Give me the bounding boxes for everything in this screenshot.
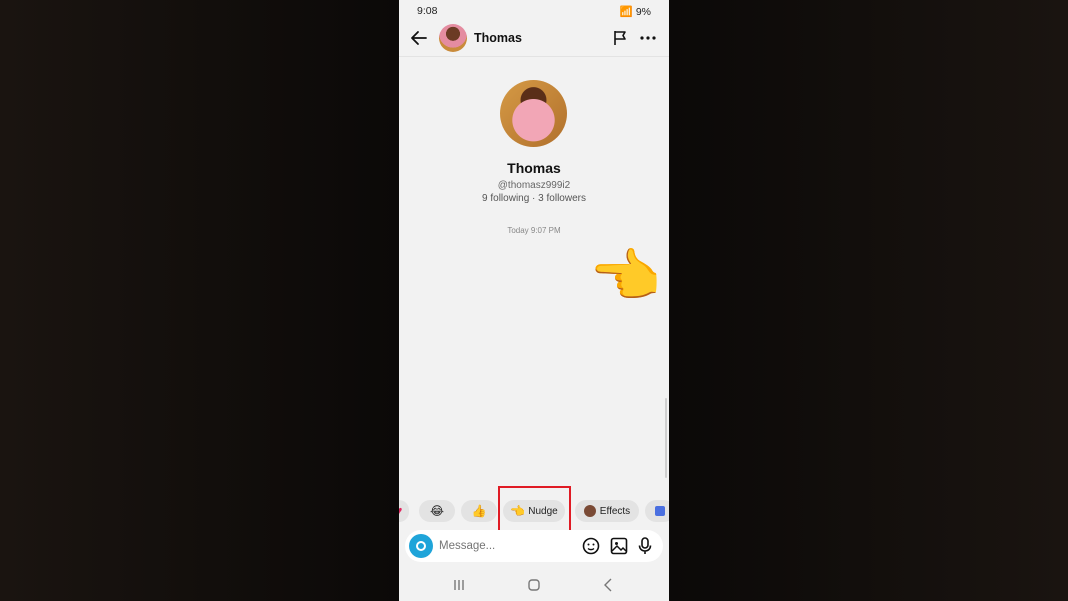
status-bar: 9:08 📶 9% [399,0,669,22]
battery-level: 9% [635,6,651,18]
camera-icon [416,541,426,551]
left-letterbox [0,0,399,601]
profile-avatar[interactable] [500,80,567,147]
laugh-emoji-icon: 😂 [429,504,445,518]
system-back-icon[interactable] [599,576,619,594]
nudge-message-emoji[interactable]: 👈 [589,248,661,306]
effects-label: Effects [599,505,631,517]
status-indicators: 📶 9% [620,5,651,18]
scrollbar[interactable] [665,398,667,478]
camera-button[interactable] [409,534,433,558]
quick-reply-heart[interactable]: ♥ [399,500,409,522]
system-nav-bar [399,570,669,601]
heart-icon: ♥ [399,505,403,517]
message-composer [405,530,663,562]
profile-handle: @thomasz999i2 [497,180,571,191]
microphone-icon[interactable] [635,536,655,556]
quick-reply-laugh[interactable]: 😂 [419,500,455,522]
profile-name: Thomas [507,160,561,176]
follow-stats: 9 following · 3 followers [482,193,586,204]
header-avatar[interactable] [439,24,467,52]
wifi-icon: 📶 [619,6,633,18]
back-arrow-icon[interactable] [409,28,429,48]
home-icon[interactable] [524,576,544,594]
phone-screen: 9:08 📶 9% Thomas Thomas @thomasz999i2 9 … [399,0,669,601]
more-options-icon[interactable] [639,30,657,46]
quick-reply-more[interactable] [645,500,669,522]
message-timestamp: Today 9:07 PM [507,226,561,235]
thumbs-up-icon: 👍 [471,504,487,518]
gallery-icon[interactable] [609,536,629,556]
stack-icon [655,506,665,516]
chat-header: Thomas [399,22,669,57]
message-input[interactable] [439,536,569,556]
effects-avatar-icon [583,505,596,517]
sticker-icon[interactable] [581,536,601,556]
header-username[interactable]: Thomas [474,31,522,45]
status-time: 9:08 [417,5,438,17]
quick-reply-thumbs-up[interactable]: 👍 [461,500,497,522]
right-letterbox [669,0,1068,601]
recent-apps-icon[interactable] [449,576,469,594]
effects-button[interactable]: Effects [575,500,639,522]
flag-icon[interactable] [611,29,629,47]
